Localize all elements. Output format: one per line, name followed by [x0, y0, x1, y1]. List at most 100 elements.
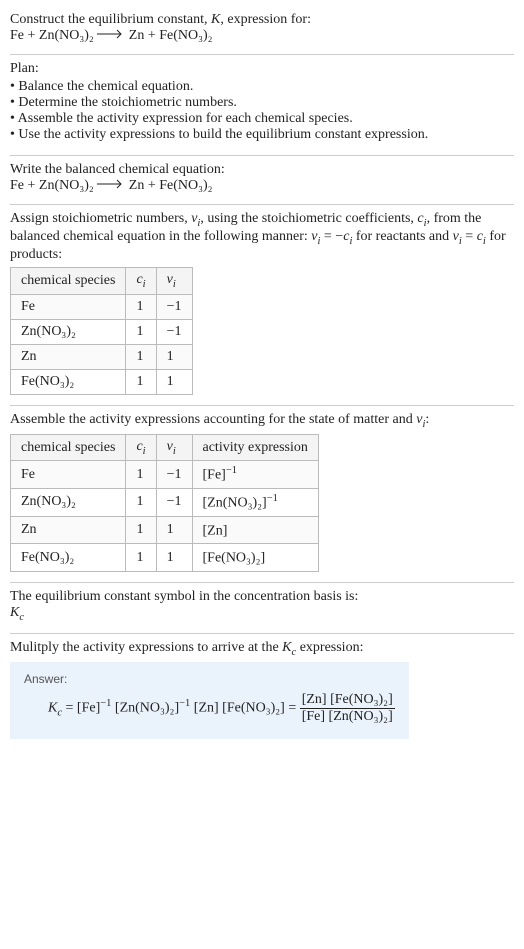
cell-species: Zn: [11, 516, 126, 544]
cell-species: Zn: [11, 344, 126, 369]
activity-prefix: Assemble the activity expressions accoun…: [10, 412, 416, 427]
table-row: Fe 1 −1: [11, 294, 193, 319]
col-nu-sub: i: [173, 445, 176, 456]
balanced-title: Write the balanced chemical equation:: [10, 162, 514, 178]
balanced-eqn-lhs: Fe + Zn(NO₃)₂: [10, 178, 94, 193]
intro-text-suffix: , expression for:: [220, 12, 311, 27]
balanced-equation: Fe + Zn(NO₃)₂ Zn + Fe(NO₃)₂: [10, 178, 213, 193]
col-nu: νi: [156, 434, 192, 461]
col-nu-sub: i: [173, 279, 176, 290]
act-base: [Zn(NO₃)₂]: [203, 496, 267, 511]
multiply-prefix: Mulitply the activity expressions to arr…: [10, 640, 282, 655]
answer-t1b: [Fe]: [77, 700, 100, 715]
intro-eqn-lhs: Fe + Zn(NO₃)₂: [10, 28, 94, 43]
intro-block: Construct the equilibrium constant, K, e…: [10, 6, 514, 54]
cell-c: 1: [126, 461, 156, 489]
assign-rel2-eq: =: [462, 229, 477, 244]
activity-suffix: :: [425, 412, 429, 427]
activity-text: Assemble the activity expressions accoun…: [10, 412, 429, 427]
cell-species: Zn(NO₃)₂: [11, 319, 126, 344]
cell-activity: [Fe]−1: [192, 461, 318, 489]
col-species: chemical species: [11, 434, 126, 461]
basis-text: The equilibrium constant symbol in the c…: [10, 589, 514, 605]
table-row: Fe(NO₃)₂ 1 1: [11, 369, 193, 394]
plan-item: Determine the stoichiometric numbers.: [10, 95, 514, 111]
table-row: Fe(NO₃)₂ 1 1 [Fe(NO₃)₂]: [11, 544, 319, 572]
assign-p2: , using the stoichiometric coefficients,: [200, 211, 417, 226]
reaction-arrow-icon: [97, 178, 125, 194]
cell-c: 1: [126, 544, 156, 572]
cell-nu: −1: [156, 461, 192, 489]
cell-c: 1: [126, 369, 156, 394]
answer-t2b: [Zn(NO₃)₂]: [115, 700, 179, 715]
activity-table: chemical species ci νi activity expressi…: [10, 434, 319, 572]
answer-equation: Kc = [Fe]−1 [Zn(NO₃)₂]−1 [Zn] [Fe(NO₃)₂]…: [24, 692, 395, 725]
multiply-suffix: expression:: [296, 640, 363, 655]
col-activity: activity expression: [192, 434, 318, 461]
cell-c: 1: [126, 294, 156, 319]
cell-activity: [Zn(NO₃)₂]−1: [192, 489, 318, 517]
assign-block: Assign stoichiometric numbers, νi, using…: [10, 205, 514, 404]
cell-nu: 1: [156, 344, 192, 369]
table-header-row: chemical species ci νi activity expressi…: [11, 434, 319, 461]
plan-title: Plan:: [10, 61, 514, 77]
basis-sub: c: [19, 612, 24, 623]
cell-nu: 1: [156, 516, 192, 544]
multiply-block: Mulitply the activity expressions to arr…: [10, 634, 514, 749]
act-base: [Fe(NO₃)₂]: [203, 551, 266, 566]
intro-eqn-rhs: Zn + Fe(NO₃)₂: [129, 28, 213, 43]
cell-nu: 1: [156, 369, 192, 394]
cell-activity: [Fe(NO₃)₂]: [192, 544, 318, 572]
assign-text: Assign stoichiometric numbers, νi, using…: [10, 211, 506, 262]
answer-frac-num: [Zn] [Fe(NO₃)₂]: [300, 692, 395, 709]
basis-K: K: [10, 605, 19, 620]
col-c: ci: [126, 268, 156, 295]
table-row: Zn(NO₃)₂ 1 −1: [11, 319, 193, 344]
answer-t2e: −1: [179, 698, 190, 709]
plan-list: Balance the chemical equation. Determine…: [10, 79, 514, 143]
cell-activity: [Zn]: [192, 516, 318, 544]
basis-block: The equilibrium constant symbol in the c…: [10, 583, 514, 633]
intro-text-prefix: Construct the equilibrium constant,: [10, 12, 211, 27]
cell-c: 1: [126, 489, 156, 517]
answer-t1e: −1: [100, 698, 111, 709]
answer-K: K: [48, 700, 57, 715]
table-row: Fe 1 −1 [Fe]−1: [11, 461, 319, 489]
table-row: Zn 1 1: [11, 344, 193, 369]
plan-item: Assemble the activity expression for eac…: [10, 111, 514, 127]
plan-item: Balance the chemical equation.: [10, 79, 514, 95]
table-row: Zn 1 1 [Zn]: [11, 516, 319, 544]
stoich-table: chemical species ci νi Fe 1 −1 Zn(NO₃)₂ …: [10, 267, 193, 395]
col-c: ci: [126, 434, 156, 461]
col-c-sub: i: [143, 279, 146, 290]
col-species: chemical species: [11, 268, 126, 295]
act-exp: −1: [267, 493, 278, 504]
act-base: [Fe]: [203, 468, 226, 483]
plan-block: Plan: Balance the chemical equation. Det…: [10, 55, 514, 155]
assign-p4: for reactants and: [352, 229, 452, 244]
cell-nu: −1: [156, 319, 192, 344]
table-header-row: chemical species ci νi: [11, 268, 193, 295]
assign-rel1-eq: = −: [320, 229, 343, 244]
table-row: Zn(NO₃)₂ 1 −1 [Zn(NO₃)₂]−1: [11, 489, 319, 517]
answer-frac-den: [Fe] [Zn(NO₃)₂]: [300, 709, 395, 725]
answer-label: Answer:: [24, 672, 395, 686]
multiply-K: K: [282, 640, 291, 655]
answer-t3: [Zn]: [194, 700, 219, 715]
intro-equation: Fe + Zn(NO₃)₂ Zn + Fe(NO₃)₂: [10, 28, 213, 43]
plan-item: Use the activity expressions to build th…: [10, 127, 514, 143]
col-c-sub: i: [143, 445, 146, 456]
balanced-block: Write the balanced chemical equation: Fe…: [10, 156, 514, 204]
answer-eq1: =: [62, 700, 77, 715]
answer-t4: [Fe(NO₃)₂]: [222, 700, 285, 715]
act-base: [Zn]: [203, 523, 228, 538]
cell-c: 1: [126, 344, 156, 369]
assign-p1: Assign stoichiometric numbers,: [10, 211, 191, 226]
activity-block: Assemble the activity expressions accoun…: [10, 406, 514, 582]
multiply-text: Mulitply the activity expressions to arr…: [10, 640, 363, 655]
intro-K: K: [211, 12, 220, 27]
cell-species: Fe(NO₃)₂: [11, 544, 126, 572]
act-exp: −1: [226, 465, 237, 476]
cell-c: 1: [126, 516, 156, 544]
cell-nu: −1: [156, 294, 192, 319]
